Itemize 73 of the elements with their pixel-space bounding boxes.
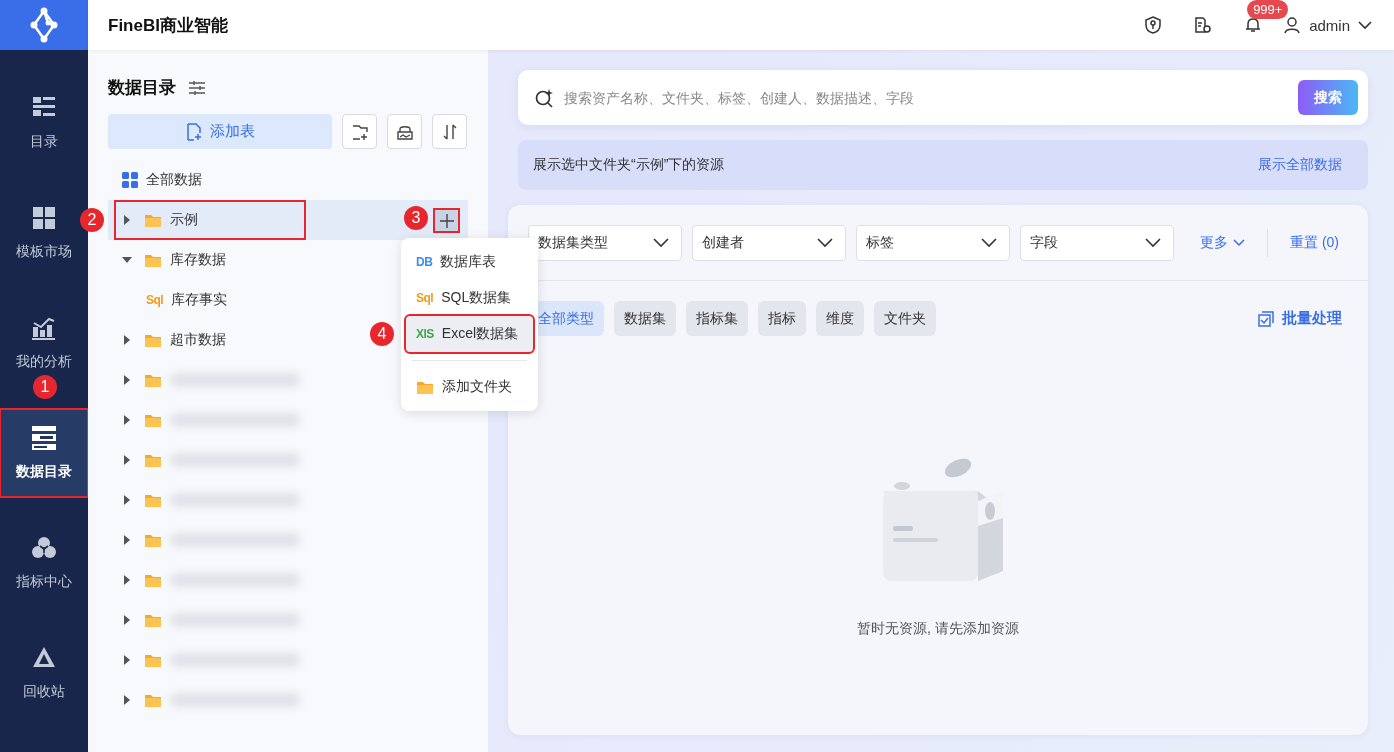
add-table-button[interactable]: 添加表 — [108, 114, 332, 149]
folder-icon — [416, 379, 434, 395]
filter-dropdown[interactable]: 标签 — [856, 225, 1010, 261]
checkbox-stack-icon — [1258, 310, 1274, 327]
folder-icon — [144, 212, 162, 228]
chevron-down-icon — [1358, 20, 1372, 30]
shield-key-icon — [1143, 15, 1164, 35]
tree-row[interactable]: 库存数据 — [108, 240, 236, 280]
step-number-badge: 2 — [80, 208, 104, 232]
info-text: 展示选中文件夹“示例”下的资源 — [533, 156, 725, 174]
folder-icon — [144, 692, 162, 708]
chevron-down-icon — [817, 238, 833, 248]
sidebar-item[interactable]: 目录 — [1, 80, 87, 166]
bar-chart-icon — [31, 315, 57, 341]
sort-button[interactable] — [432, 114, 467, 149]
db-glyph-icon: DB — [416, 255, 433, 269]
grid-icon — [31, 205, 57, 231]
user-menu[interactable]: admin — [1283, 16, 1372, 34]
show-all-link[interactable]: 展示全部数据 — [1258, 156, 1342, 174]
sliders-icon — [188, 79, 206, 96]
tree-row[interactable]: Sql 库存事实 — [108, 280, 238, 320]
folder-icon — [144, 612, 162, 628]
cube-cluster-icon — [31, 535, 57, 561]
filter-dropdown[interactable]: 创建者 — [692, 225, 846, 261]
chevron-down-icon — [1145, 238, 1161, 248]
stacked-rows-icon — [31, 425, 57, 451]
sql-glyph-icon: Sql — [146, 293, 164, 307]
xls-glyph-icon: XlS — [416, 327, 434, 341]
reset-link[interactable]: 重置 (0) — [1290, 234, 1339, 252]
sidebar-item[interactable]: 指标中心 — [1, 520, 87, 606]
panel-title: 数据目录 — [108, 77, 176, 99]
lock-button[interactable] — [387, 114, 422, 149]
type-filter-chip[interactable]: 指标 — [758, 301, 806, 336]
user-icon — [1283, 16, 1302, 34]
folder-gear-icon — [1193, 15, 1214, 35]
menu-item[interactable]: 添加文件夹 — [406, 369, 533, 405]
ai-search-icon — [534, 87, 554, 108]
notification-badge: 999+ — [1247, 0, 1289, 19]
chevron-down-icon — [653, 238, 669, 248]
more-link[interactable]: 更多 — [1200, 234, 1245, 252]
folder-icon — [144, 372, 162, 388]
sql-glyph-icon: Sql — [416, 291, 434, 305]
folder-icon — [144, 652, 162, 668]
chevron-down-icon — [981, 238, 997, 248]
step-number-badge: 1 — [33, 375, 57, 399]
new-folder-button[interactable] — [342, 114, 377, 149]
tree-row[interactable]: 全部数据 — [108, 160, 212, 200]
folder-icon — [144, 492, 162, 508]
step-number-badge: 3 — [404, 206, 428, 230]
filter-dropdown[interactable]: 字段 — [1020, 225, 1174, 261]
chevron-down-icon — [1233, 239, 1245, 247]
folder-icon — [144, 332, 162, 348]
new-folder-icon — [350, 122, 369, 141]
folder-icon — [144, 532, 162, 548]
folder-icon — [144, 452, 162, 468]
type-filter-chip[interactable]: 指标集 — [686, 301, 748, 336]
folder-icon — [144, 572, 162, 588]
file-plus-icon — [185, 122, 202, 141]
type-filter-chip[interactable]: 维度 — [816, 301, 864, 336]
sidebar-item[interactable]: 回收站 — [1, 630, 87, 716]
add-button[interactable] — [433, 208, 460, 233]
type-filter-chip[interactable]: 数据集 — [614, 301, 676, 336]
empty-state-message: 暂时无资源, 请先添加资源 — [857, 620, 1019, 638]
app-title: FineBI商业智能 — [108, 14, 228, 37]
step-number-badge: 4 — [370, 322, 394, 346]
plus-icon — [439, 213, 454, 228]
tree-row[interactable]: 超市数据 — [108, 320, 236, 360]
type-filter-chip[interactable]: 文件夹 — [874, 301, 936, 336]
filter-dropdown[interactable]: 数据集类型 — [528, 225, 682, 261]
folder-icon — [144, 252, 162, 268]
batch-process-button[interactable]: 批量处理 — [1258, 309, 1342, 328]
folder-icon — [144, 412, 162, 428]
four-squares-icon — [122, 172, 138, 188]
